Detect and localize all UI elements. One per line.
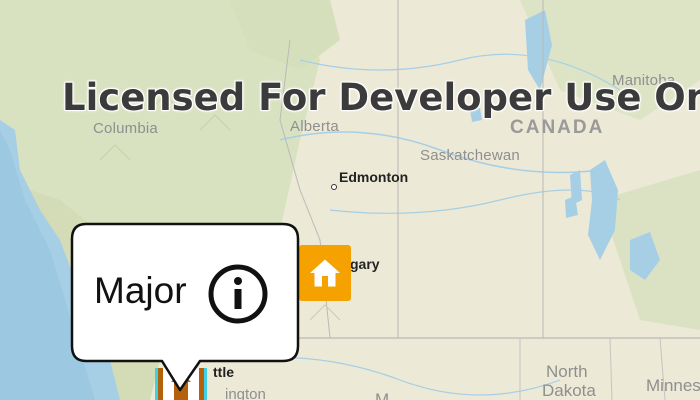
info-icon [208,264,268,324]
callout-popup: Major [70,222,300,400]
map-view[interactable]: Columbia Alberta CANADA Manitoba Saskatc… [0,0,700,400]
home-marker[interactable] [299,245,351,301]
city-dot-edmonton [331,184,337,190]
callout-title: Major [94,270,187,311]
label-british-columbia: Columbia [93,120,158,137]
label-north-dakota-line1: North [546,362,588,381]
license-watermark: Licensed For Developer Use Only [62,76,700,119]
home-icon [310,259,340,287]
label-saskatchewan: Saskatchewan [420,147,520,164]
label-north-dakota-line2: Dakota [542,381,596,400]
label-minnesota: Minnes [646,376,700,395]
label-calgary: gary [350,256,380,272]
label-edmonton: Edmonton [339,169,409,185]
callout-info-button[interactable] [207,263,269,325]
label-alberta: Alberta [290,118,339,135]
label-montana: M [375,390,390,400]
label-canada: CANADA [510,117,605,138]
